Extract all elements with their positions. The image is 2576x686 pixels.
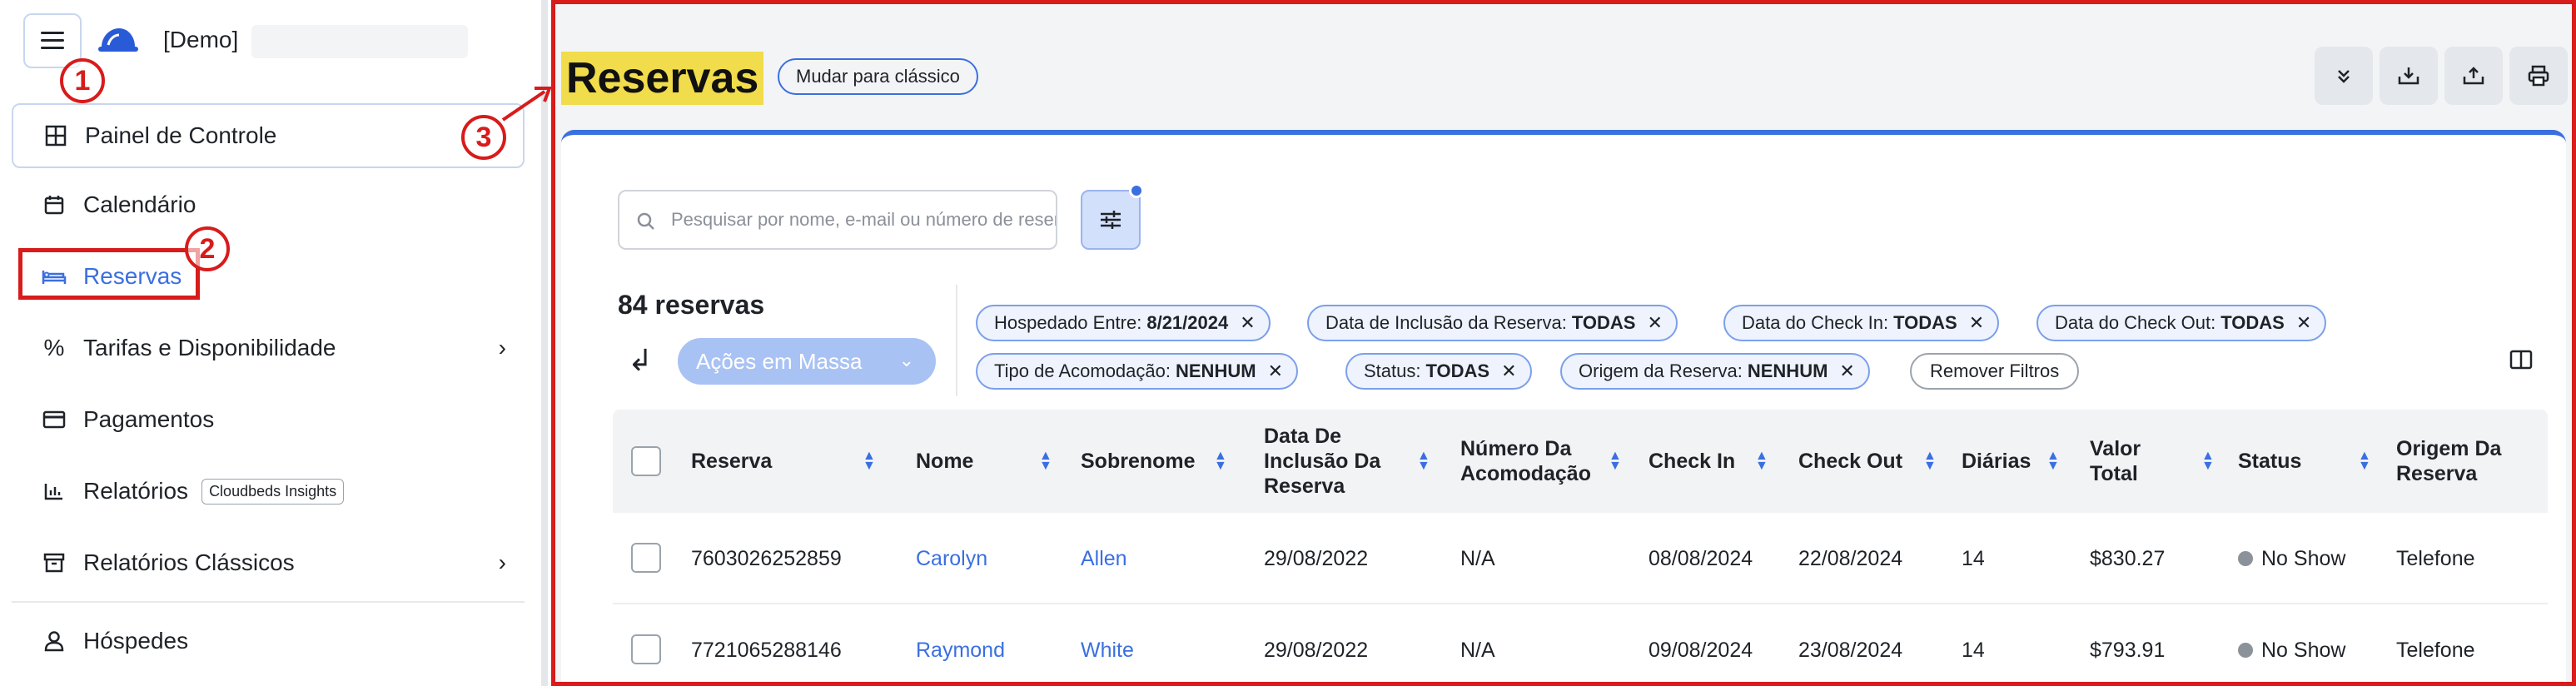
annotation-arrow-icon: [501, 87, 552, 122]
grid-icon: [43, 123, 68, 148]
insights-badge: Cloudbeds Insights: [201, 478, 345, 505]
user-icon: [42, 629, 67, 654]
archive-icon: [42, 550, 67, 575]
chevron-right-icon: ›: [498, 549, 506, 575]
annotation-marker-2: 2: [185, 226, 230, 271]
sidebar-item-calendar[interactable]: Calendário: [12, 173, 525, 236]
sidebar-item-label: Calendário: [83, 191, 196, 217]
sidebar-divider: [12, 601, 525, 603]
cloudbeds-logo-icon: [98, 28, 138, 52]
annotation-marker-1: 1: [60, 58, 105, 103]
sidebar-item-classic-reports[interactable]: Relatórios Clássicos ›: [12, 531, 525, 594]
property-name[interactable]: [Demo]: [163, 27, 238, 53]
sidebar-item-label: Hóspedes: [83, 628, 189, 654]
reservations-highlight: [18, 248, 200, 300]
sidebar-item-reports[interactable]: Relatórios Cloudbeds Insights: [12, 460, 525, 523]
sidebar-item-rates-availability[interactable]: % Tarifas e Disponibilidade ›: [12, 316, 525, 380]
calendar-icon: [42, 192, 67, 217]
sidebar-item-dashboard[interactable]: Painel de Controle: [12, 103, 525, 168]
sidebar-item-guests[interactable]: Hóspedes: [12, 609, 525, 673]
bar-chart-icon: [42, 479, 67, 504]
property-name-redacted: [251, 25, 468, 58]
chevron-right-icon: ›: [498, 335, 506, 360]
sidebar-item-label: Relatórios Clássicos: [83, 549, 295, 575]
main-area-highlight: [551, 0, 2576, 686]
sidebar-item-label: Pagamentos: [83, 406, 215, 432]
sidebar-item-label: Relatórios: [83, 478, 189, 504]
sidebar-item-label: Tarifas e Disponibilidade: [83, 335, 336, 360]
hamburger-icon: [41, 32, 64, 50]
credit-card-icon: [42, 407, 67, 432]
sidebar-item-label: Painel de Controle: [85, 122, 277, 148]
percent-icon: %: [43, 335, 65, 360]
sidebar-item-payments[interactable]: Pagamentos: [12, 388, 525, 451]
